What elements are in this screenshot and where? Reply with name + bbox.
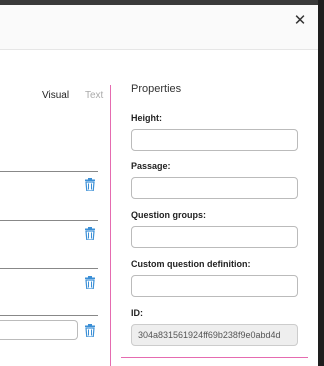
question-input[interactable] <box>0 320 78 340</box>
editor-pane: Visual Text <box>0 50 110 366</box>
tab-text[interactable]: Text <box>85 90 103 101</box>
window-edge <box>318 0 324 366</box>
id-field[interactable]: 304a831561924ff69b238f9e0abd4d <box>131 324 298 346</box>
panel-bottom-divider <box>121 357 308 358</box>
row-divider <box>0 220 98 221</box>
close-icon[interactable]: ✕ <box>294 12 307 29</box>
close-button[interactable]: ✕ <box>292 13 308 29</box>
question-groups-label: Question groups: <box>131 210 206 220</box>
properties-panel: Properties Height: Passage: Question gro… <box>111 50 318 366</box>
properties-title: Properties <box>131 83 182 95</box>
height-label: Height: <box>131 113 162 123</box>
passage-label: Passage: <box>131 161 171 171</box>
trash-icon[interactable] <box>84 324 96 338</box>
custom-question-definition-field[interactable] <box>131 275 298 297</box>
custom-question-definition-label: Custom question definition: <box>131 259 251 269</box>
trash-icon[interactable] <box>84 178 96 192</box>
passage-field[interactable] <box>131 177 298 199</box>
tab-visual[interactable]: Visual <box>42 90 69 101</box>
trash-icon[interactable] <box>84 276 96 290</box>
row-divider <box>0 171 98 172</box>
question-groups-field[interactable] <box>131 226 298 248</box>
properties-modal: ✕ Visual Text Properties Height: Passage… <box>0 5 318 366</box>
row-divider <box>0 315 98 316</box>
height-field[interactable] <box>131 129 298 151</box>
row-divider <box>0 268 98 269</box>
trash-icon[interactable] <box>84 227 96 241</box>
modal-header: ✕ <box>0 5 318 50</box>
id-label: ID: <box>131 308 143 318</box>
